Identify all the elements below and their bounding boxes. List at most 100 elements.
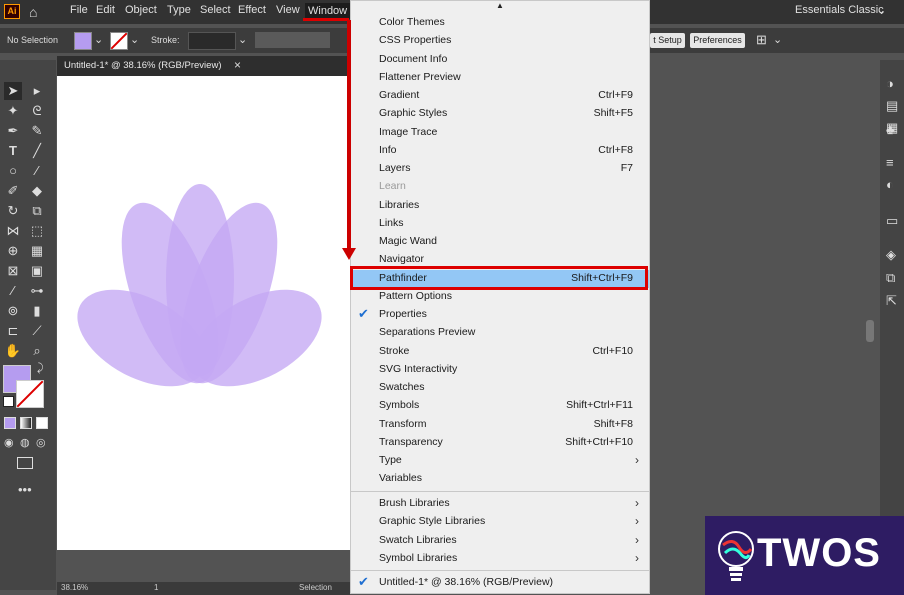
shaper-tool-icon[interactable]: ✐ (4, 182, 22, 200)
menu-file[interactable]: File (70, 4, 88, 16)
artboard-canvas[interactable] (57, 76, 350, 550)
chevron-down-icon[interactable]: ⌄ (94, 33, 103, 46)
menu-item-svg-interactivity[interactable]: SVG Interactivity (351, 361, 649, 379)
menu-item-swatches[interactable]: Swatches (351, 379, 649, 397)
zoom-tool-icon[interactable]: ⌕ (28, 342, 46, 360)
app-logo[interactable]: Ai (4, 4, 20, 19)
perspective-grid-icon[interactable]: ▦ (28, 242, 46, 260)
menu-item-gradient[interactable]: Gradient Ctrl+F9 (351, 87, 649, 105)
shape-builder-icon[interactable]: ⊕ (4, 242, 22, 260)
chevron-down-icon[interactable]: ⌄ (773, 33, 782, 46)
menu-item-transform[interactable]: Transform Shift+F8 (351, 416, 649, 434)
mesh-tool-icon[interactable]: ⊠ (4, 262, 22, 280)
artboard-tool-icon[interactable]: ⊏ (4, 322, 22, 340)
workspace-switcher[interactable]: Essentials Classic (795, 4, 884, 16)
draw-behind-icon[interactable]: ◍ (20, 436, 30, 449)
menu-item-open-document[interactable]: ✔ Untitled-1* @ 38.16% (RGB/Preview) (351, 574, 649, 592)
paintbrush-icon[interactable]: ∕ (28, 162, 46, 180)
menu-item-stroke[interactable]: Stroke Ctrl+F10 (351, 343, 649, 361)
stroke-color-box[interactable] (16, 380, 44, 408)
menu-item-css-properties[interactable]: CSS Properties (351, 32, 649, 50)
menu-item-color-themes[interactable]: Color Themes (351, 14, 649, 32)
menu-item-document-info[interactable]: Document Info (351, 51, 649, 69)
transparency-panel-icon[interactable]: ▭ (886, 213, 898, 229)
arrange-documents-icon[interactable]: ⊞ (756, 32, 767, 48)
menu-item-brush-libraries[interactable]: Brush Libraries › (351, 495, 649, 513)
menu-type[interactable]: Type (167, 4, 191, 16)
direct-selection-tool-icon[interactable]: ▸ (28, 82, 46, 100)
stroke-swatch[interactable] (110, 32, 128, 50)
eraser-icon[interactable]: ◆ (28, 182, 46, 200)
symbols-panel-icon[interactable]: ♣ (886, 122, 895, 137)
swap-fill-stroke-icon[interactable]: ⤸ (37, 362, 44, 375)
close-icon[interactable]: × (234, 58, 241, 72)
default-fill-stroke-icon[interactable] (3, 396, 14, 407)
stroke-weight-input[interactable] (188, 32, 236, 50)
color-guide-icon[interactable]: ▤ (886, 98, 898, 114)
menu-select[interactable]: Select (200, 4, 231, 16)
menu-item-transparency[interactable]: Transparency Shift+Ctrl+F10 (351, 434, 649, 452)
screen-mode-icon[interactable] (17, 457, 33, 469)
chevron-down-icon[interactable]: ⌄ (238, 33, 247, 46)
gradient-mode-icon[interactable] (20, 417, 32, 429)
zoom-level[interactable]: 38.16% (61, 583, 88, 592)
artboard-number[interactable]: 1 (154, 583, 158, 592)
variable-width-profile[interactable] (255, 32, 330, 48)
lotus-artwork[interactable] (57, 76, 350, 550)
width-tool-icon[interactable]: ⋈ (4, 222, 22, 240)
lasso-icon[interactable]: ᘓ (28, 102, 46, 120)
menu-item-symbol-libraries[interactable]: Symbol Libraries › (351, 550, 649, 568)
magic-wand-icon[interactable]: ✦ (4, 102, 22, 120)
curvature-tool-icon[interactable]: ✎ (28, 122, 46, 140)
color-mode-icon[interactable] (4, 417, 16, 429)
menu-item-links[interactable]: Links (351, 215, 649, 233)
draw-inside-icon[interactable]: ◎ (36, 436, 46, 449)
document-tab[interactable]: Untitled-1* @ 38.16% (RGB/Preview) × (57, 56, 349, 76)
menu-item-flattener-preview[interactable]: Flattener Preview (351, 69, 649, 87)
fill-swatch[interactable] (74, 32, 92, 50)
menu-object[interactable]: Object (125, 4, 157, 16)
menu-item-type[interactable]: Type › (351, 452, 649, 470)
menu-effect[interactable]: Effect (238, 4, 266, 16)
selection-tool-icon[interactable]: ➤ (4, 82, 22, 100)
menu-item-symbols[interactable]: Symbols Shift+Ctrl+F11 (351, 397, 649, 415)
menu-window[interactable]: Window (305, 3, 351, 19)
home-icon[interactable]: ⌂ (29, 4, 37, 20)
chevron-down-icon[interactable]: ⌄ (877, 4, 886, 17)
menu-item-swatch-libraries[interactable]: Swatch Libraries › (351, 532, 649, 550)
menu-item-layers[interactable]: Layers F7 (351, 160, 649, 178)
free-transform-icon[interactable]: ⬚ (28, 222, 46, 240)
chevron-down-icon[interactable]: ⌄ (130, 33, 139, 46)
menu-item-variables[interactable]: Variables (351, 470, 649, 488)
asset-export-icon[interactable]: ⇱ (886, 293, 897, 309)
blend-tool-icon[interactable]: ⊶ (28, 282, 46, 300)
menu-view[interactable]: View (276, 4, 300, 16)
menu-item-graphic-styles[interactable]: Graphic Styles Shift+F5 (351, 105, 649, 123)
scroll-up-icon[interactable]: ▲ (496, 1, 504, 10)
none-mode-icon[interactable] (36, 417, 48, 429)
gradient-tool-icon[interactable]: ▣ (28, 262, 46, 280)
ellipse-tool-icon[interactable]: ○ (4, 162, 22, 180)
color-panel-icon[interactable]: ◑ (886, 76, 894, 91)
draw-mode-icon[interactable]: ◉ (4, 436, 14, 449)
scale-tool-icon[interactable]: ⧉ (28, 202, 46, 220)
slice-tool-icon[interactable]: ⟋ (28, 322, 46, 340)
document-setup-button[interactable]: t Setup (650, 33, 685, 48)
menu-item-image-trace[interactable]: Image Trace (351, 124, 649, 142)
hand-tool-icon[interactable]: ✋ (4, 342, 22, 360)
more-tools-icon[interactable]: ••• (18, 482, 32, 497)
menu-item-info[interactable]: Info Ctrl+F8 (351, 142, 649, 160)
scrollbar[interactable] (866, 320, 874, 342)
menu-item-magic-wand[interactable]: Magic Wand (351, 233, 649, 251)
menu-item-graphic-style-libraries[interactable]: Graphic Style Libraries › (351, 513, 649, 531)
menu-edit[interactable]: Edit (96, 4, 115, 16)
pen-tool-icon[interactable]: ✒ (4, 122, 22, 140)
eyedropper-icon[interactable]: ⁄ (4, 282, 22, 300)
type-tool-icon[interactable]: T (4, 142, 22, 160)
preferences-button[interactable]: Preferences (690, 33, 745, 48)
menu-item-separations-preview[interactable]: Separations Preview (351, 324, 649, 342)
line-tool-icon[interactable]: ╱ (28, 142, 46, 160)
artboards-panel-icon[interactable]: ⧉ (886, 270, 895, 286)
rotate-tool-icon[interactable]: ↻ (4, 202, 22, 220)
brushes-panel-icon[interactable]: ◐ (886, 177, 894, 192)
